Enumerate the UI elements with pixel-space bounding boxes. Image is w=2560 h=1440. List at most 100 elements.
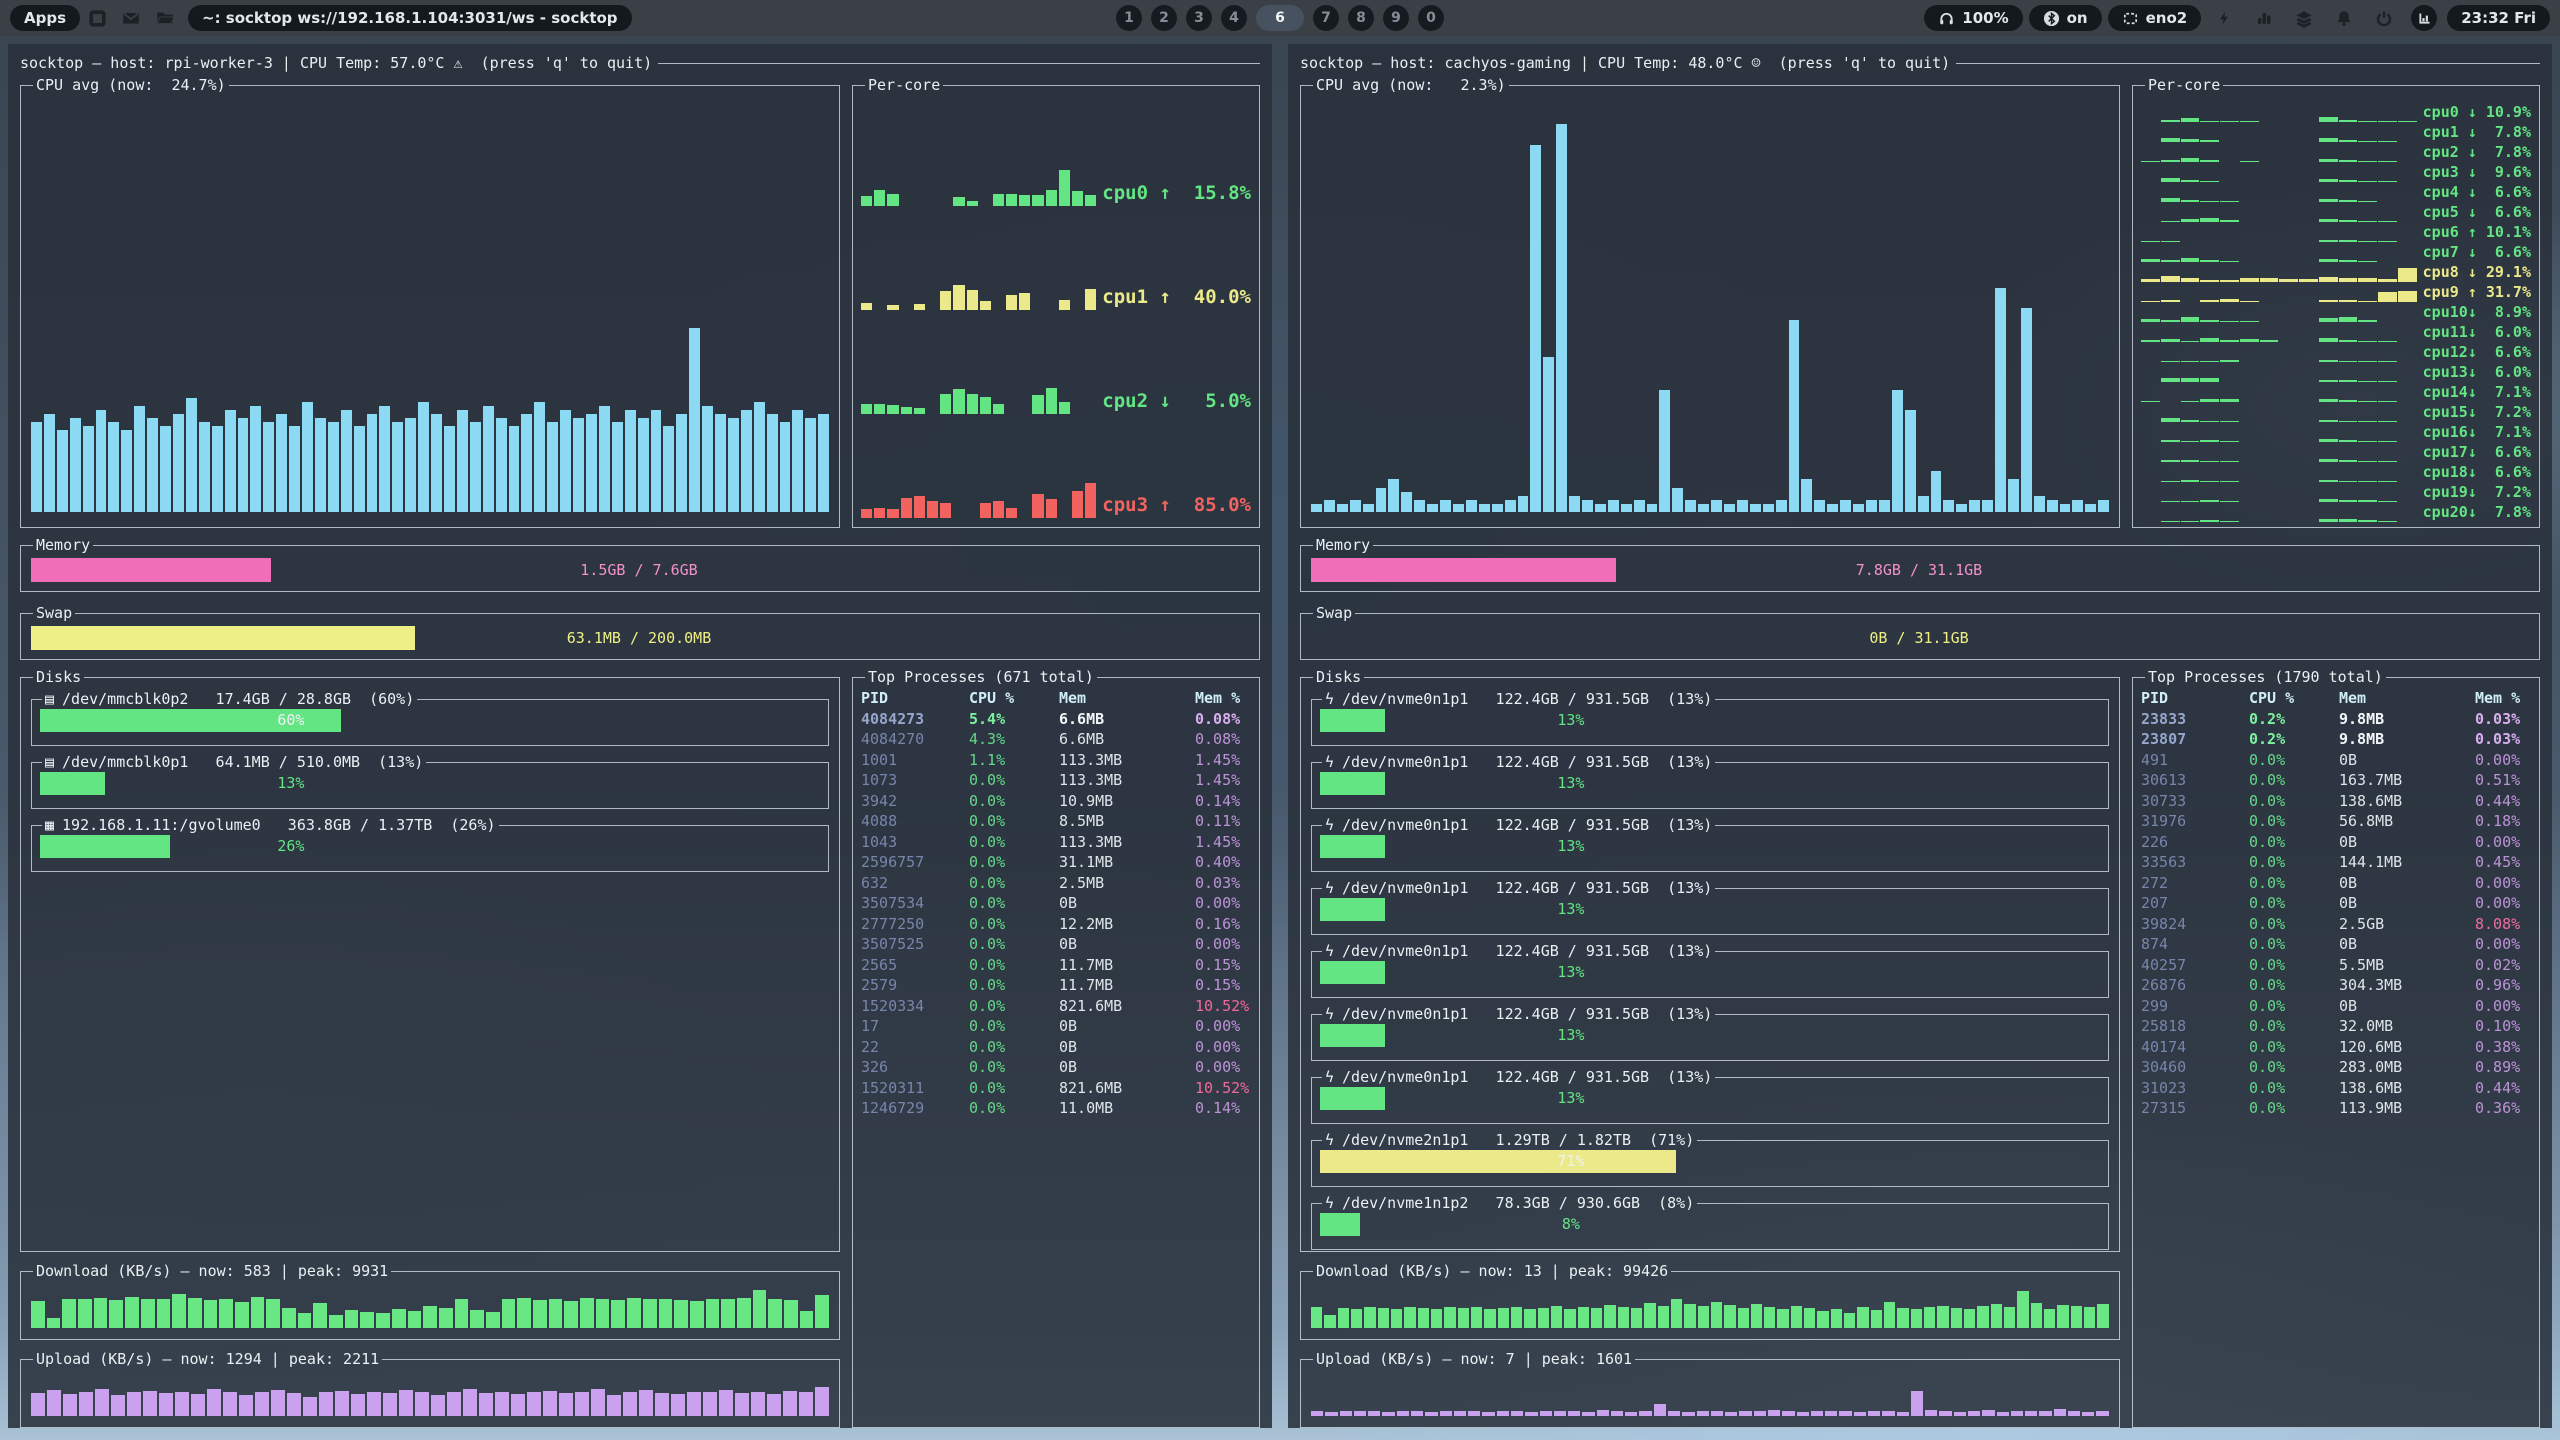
apps-button[interactable]: Apps	[10, 5, 80, 31]
chart-bar	[1595, 504, 1606, 512]
activity-chart-icon[interactable]	[2411, 5, 2437, 31]
chart-bar	[1997, 1412, 2009, 1416]
chart-bar	[1668, 1411, 1680, 1416]
chart-bar	[663, 426, 674, 512]
chart-bar	[953, 285, 964, 310]
chart-bar	[1324, 500, 1335, 512]
chart-bar	[298, 1313, 312, 1328]
chart-bar	[392, 1309, 406, 1328]
workspace-button-4[interactable]: 4	[1221, 5, 1247, 31]
chart-bar	[1498, 1308, 1509, 1328]
workspace-button-8[interactable]: 8	[1348, 5, 1374, 31]
chart-bar	[741, 410, 752, 512]
chart-bar	[108, 422, 119, 512]
power-icon[interactable]	[2373, 7, 2395, 29]
chart-bar	[204, 1300, 218, 1328]
chart-bar	[125, 1297, 139, 1328]
chart-bar	[367, 1392, 381, 1416]
mail-icon[interactable]	[120, 7, 142, 29]
chart-bar	[2011, 1411, 2023, 1416]
chart-bar	[1364, 1307, 1375, 1328]
network-pill[interactable]: eno2	[2108, 5, 2202, 31]
chart-bar	[147, 418, 158, 512]
chart-bar	[1540, 1411, 1552, 1416]
core-sparkline	[2141, 226, 2417, 242]
chart-bar	[1427, 504, 1438, 512]
core-row: cpu1↑40.0%	[861, 206, 1251, 310]
chart-bar	[573, 418, 584, 512]
terminal-window-left[interactable]: socktop — host: rpi-worker-3 | CPU Temp:…	[8, 44, 1272, 1428]
window-title-pill[interactable]: ~: socktop ws://192.168.1.104:3031/ws - …	[188, 5, 632, 31]
top-processes-panel: Top Processes (1790 total) PIDCPU %MemMe…	[2132, 668, 2540, 1428]
chart-bar	[1511, 1307, 1522, 1328]
core-row: cpu11↓6.0%	[2141, 322, 2531, 342]
process-row: 398240.0%2.5GB8.08%	[2141, 914, 2531, 935]
chart-bar	[887, 405, 898, 414]
window-icon[interactable]	[86, 7, 108, 29]
chart-bar	[2054, 1409, 2066, 1416]
chart-bar	[706, 1299, 720, 1328]
chart-bar	[447, 1392, 461, 1416]
chart-bar	[623, 1392, 637, 1416]
apps-label: Apps	[24, 9, 66, 27]
workspace-button-2[interactable]: 2	[1151, 5, 1177, 31]
disk-usage-percent: 13%	[1320, 898, 1822, 921]
chart-bar	[2025, 1411, 2037, 1416]
core-row: cpu4↓6.6%	[2141, 182, 2531, 202]
upload-chart	[1309, 1374, 2111, 1416]
chart-bar	[980, 503, 991, 518]
clock-pill[interactable]: 23:32 Fri	[2447, 5, 2550, 31]
ethernet-icon	[2122, 10, 2139, 27]
audio-levels-icon[interactable]	[2253, 7, 2275, 29]
workspace-button-7[interactable]: 7	[1313, 5, 1339, 31]
process-row: 25967570.0%31.1MB0.40%	[861, 852, 1251, 873]
chart-bar	[1404, 1307, 1415, 1328]
chart-bar	[457, 410, 468, 512]
upload-panel: Upload (KB/s) — now: 1294 | peak: 2211	[20, 1350, 840, 1428]
chart-bar	[2008, 479, 2019, 512]
chart-bar	[463, 1389, 477, 1416]
core-label: cpu4↓6.6%	[2423, 183, 2531, 201]
chart-bar	[276, 414, 287, 512]
download-legend: Download (KB/s) — now: 13 | peak: 99426	[1313, 1262, 1671, 1280]
download-chart	[29, 1286, 831, 1328]
volume-pill[interactable]: 100%	[1924, 5, 2022, 31]
chart-bar	[1376, 488, 1387, 512]
disk-usage-bar: 13%	[1320, 1024, 1822, 1047]
workspace-button-0[interactable]: 0	[1418, 5, 1444, 31]
chart-bar	[1868, 1411, 1880, 1416]
chart-bar	[1582, 500, 1593, 512]
nvme-icon: ϟ	[1325, 753, 1334, 771]
chart-bar	[111, 1395, 125, 1416]
disk-row: ▤/dev/mmcblk0p2 17.4GB / 28.8GB (60%)60%	[31, 690, 829, 746]
workspace-button-9[interactable]: 9	[1383, 5, 1409, 31]
chart-bar	[1059, 170, 1070, 206]
chart-bar	[784, 1300, 798, 1328]
workspace-button-6[interactable]: 6	[1256, 5, 1304, 31]
cpu-history-chart	[29, 104, 831, 512]
terminal-window-right[interactable]: socktop — host: cachyos-gaming | CPU Tem…	[1288, 44, 2552, 1428]
process-row: 25790.0%11.7MB0.15%	[861, 975, 1251, 996]
disk-usage-bar: 13%	[40, 772, 542, 795]
core-sparkline	[2141, 446, 2417, 462]
bell-icon[interactable]	[2333, 7, 2355, 29]
disk-usage-percent: 13%	[1320, 709, 1822, 732]
disk-label: /dev/nvme0n1p1 122.4GB / 931.5GB (13%)	[1342, 1068, 1712, 1086]
chart-bar	[627, 1298, 641, 1328]
layers-icon[interactable]	[2293, 7, 2315, 29]
folder-icon[interactable]	[154, 7, 176, 29]
workspace-button-1[interactable]: 1	[1116, 5, 1142, 31]
workspace-button-3[interactable]: 3	[1186, 5, 1212, 31]
chart-bar	[1538, 1308, 1549, 1328]
power-profile-icon[interactable]	[2213, 7, 2235, 29]
bluetooth-pill[interactable]: on	[2029, 5, 2102, 31]
chart-bar	[967, 290, 978, 310]
nvme-icon: ϟ	[1325, 690, 1334, 708]
chart-bar	[2044, 1309, 2055, 1328]
disk-list: ϟ/dev/nvme0n1p1 122.4GB / 931.5GB (13%) 1…	[1309, 690, 2111, 1250]
core-sparkline	[2141, 106, 2417, 122]
chart-bar	[127, 1392, 141, 1416]
core-sparkline	[2141, 126, 2417, 142]
chart-bar	[1776, 500, 1787, 512]
process-row: 335630.0%144.1MB0.45%	[2141, 852, 2531, 873]
